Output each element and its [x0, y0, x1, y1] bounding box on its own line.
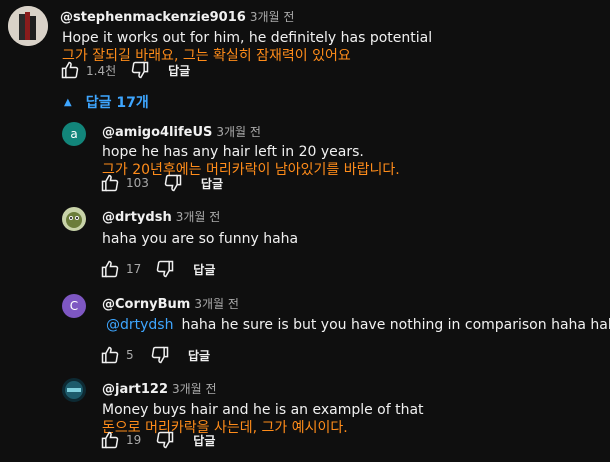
like-icon[interactable] — [100, 345, 120, 365]
comment-actions: 1.4천 답글 — [60, 60, 190, 80]
replies-toggle-label: 답글 17개 — [85, 95, 149, 111]
replies-toggle-button[interactable]: ▲ 답글 17개 — [64, 92, 149, 112]
avatar-letter: a — [62, 122, 86, 146]
avatar-jart122[interactable] — [62, 378, 86, 402]
dislike-icon[interactable] — [130, 60, 150, 80]
reply-time[interactable]: 3개월 전 — [194, 297, 239, 311]
dislike-icon[interactable] — [155, 430, 175, 450]
like-count: 19 — [126, 433, 142, 447]
like-count: 1.4천 — [86, 63, 117, 78]
dislike-icon[interactable] — [163, 173, 183, 193]
reply-button[interactable]: 답글 — [201, 175, 223, 192]
like-count: 17 — [126, 262, 142, 276]
dislike-icon[interactable] — [155, 259, 175, 279]
reply-actions: 19 답글 — [100, 430, 215, 450]
reply-time[interactable]: 3개월 전 — [216, 125, 261, 139]
reply-author[interactable]: @jart122 3개월 전 — [102, 380, 217, 397]
like-icon[interactable] — [100, 173, 120, 193]
avatar-drtydsh[interactable] — [62, 207, 86, 231]
reply-actions: 17 답글 — [100, 259, 215, 279]
reply-author[interactable]: @drtydsh 3개월 전 — [102, 208, 220, 225]
like-icon[interactable] — [100, 259, 120, 279]
reply-text: Money buys hair and he is an example of … — [102, 402, 424, 418]
reply-text: hope he has any hair left in 20 years. — [102, 144, 364, 160]
avatar-stephenmackenzie[interactable] — [8, 6, 48, 46]
reply-actions: 103 답글 — [100, 173, 223, 193]
reply-time[interactable]: 3개월 전 — [172, 382, 217, 396]
reply-time[interactable]: 3개월 전 — [176, 210, 221, 224]
avatar-cornybum[interactable]: C — [62, 294, 86, 318]
comment-time[interactable]: 3개월 전 — [250, 10, 295, 24]
avatar-letter: C — [62, 294, 86, 318]
reply-actions: 5 답글 — [100, 345, 210, 365]
reply-author[interactable]: @CornyBum 3개월 전 — [102, 295, 239, 312]
reply-button[interactable]: 답글 — [193, 261, 215, 278]
reply-text: haha he sure is but you have nothing in … — [181, 317, 610, 333]
like-count: 5 — [126, 348, 134, 362]
mention-link[interactable]: @drtydsh — [106, 317, 173, 333]
like-icon[interactable] — [60, 60, 80, 80]
like-count: 103 — [126, 176, 149, 190]
reply-author[interactable]: @amigo4lifeUS 3개월 전 — [102, 123, 261, 140]
avatar-amigo4lifeus[interactable]: a — [62, 122, 86, 146]
reply-button[interactable]: 답글 — [193, 432, 215, 449]
comment-author[interactable]: @stephenmackenzie9016 3개월 전 — [60, 8, 294, 25]
like-icon[interactable] — [100, 430, 120, 450]
reply-text-line: @drtydsh haha he sure is but you have not… — [106, 317, 610, 333]
comment-text: Hope it works out for him, he definitely… — [62, 30, 433, 46]
dislike-icon[interactable] — [150, 345, 170, 365]
reply-text: haha you are so funny haha — [102, 231, 299, 247]
reply-button[interactable]: 답글 — [188, 347, 210, 364]
caret-up-icon: ▲ — [64, 96, 72, 108]
reply-button[interactable]: 답글 — [168, 62, 190, 79]
